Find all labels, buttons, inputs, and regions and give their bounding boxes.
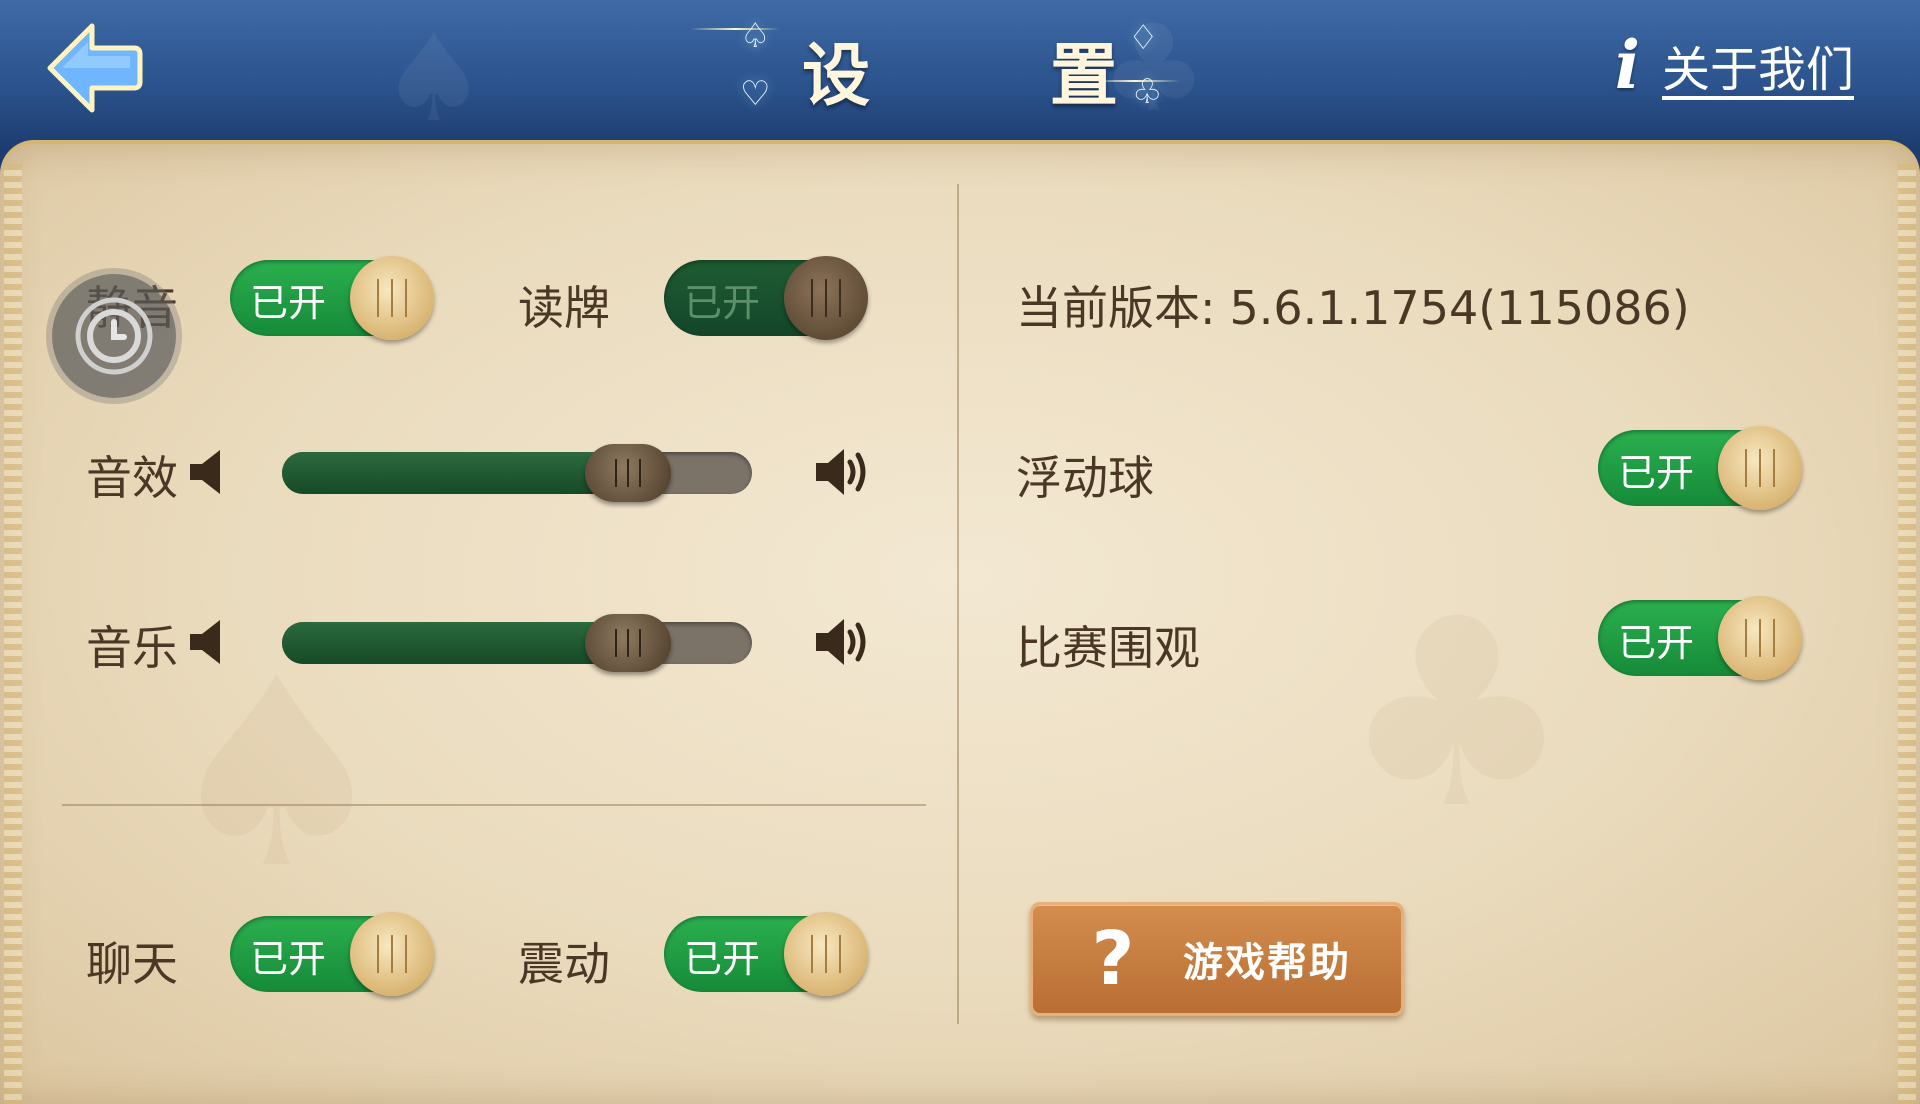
match-spectate-toggle[interactable]: 已开 [1598, 596, 1802, 680]
vibrate-label: 震动 [518, 937, 610, 991]
toggle-state: 已开 [1618, 621, 1695, 665]
info-icon: i [1614, 26, 1640, 104]
music-slider[interactable] [282, 614, 762, 674]
read-cards-label: 读牌 [518, 281, 610, 335]
slider-thumb[interactable] [585, 444, 671, 502]
toggle-state: 已开 [250, 281, 327, 325]
floating-ball-button[interactable] [52, 274, 176, 398]
toggle-state: 已开 [1618, 451, 1695, 495]
about-us-label: 关于我们 [1661, 42, 1854, 98]
toggle-state: 已开 [684, 281, 761, 325]
slider-thumb[interactable] [585, 614, 671, 672]
slider-fill [282, 452, 628, 494]
volume-low-icon[interactable] [188, 618, 224, 666]
toggle-state: 已开 [684, 937, 761, 981]
settings-panel: ♣ ♠ 静音 已开 读牌 已开 音效 音乐 [0, 140, 1920, 1104]
toggle-knob [1718, 426, 1802, 510]
panel-border-right [1898, 164, 1916, 1104]
sound-effect-label: 音效 [86, 451, 178, 505]
chat-toggle[interactable]: 已开 [230, 912, 434, 996]
slider-fill [282, 622, 628, 664]
match-spectate-label: 比赛围观 [1016, 621, 1200, 675]
toggle-knob [784, 912, 868, 996]
game-help-label: 游戏帮助 [1183, 940, 1351, 986]
volume-high-icon[interactable] [814, 616, 872, 668]
toggle-knob [1718, 596, 1802, 680]
panel-border-left [4, 164, 22, 1104]
toggle-state: 已开 [250, 937, 327, 981]
section-divider [62, 804, 926, 806]
column-divider [957, 184, 959, 1024]
toggle-knob [350, 256, 434, 340]
volume-high-icon[interactable] [814, 446, 872, 498]
float-ball-label: 浮动球 [1016, 451, 1154, 505]
volume-low-icon[interactable] [188, 448, 224, 496]
question-icon: ? [1091, 916, 1135, 1002]
mute-toggle[interactable]: 已开 [230, 256, 434, 340]
clock-icon [75, 297, 153, 375]
sound-effect-slider[interactable] [282, 444, 762, 504]
vibrate-toggle[interactable]: 已开 [664, 912, 868, 996]
read-cards-toggle[interactable]: 已开 [664, 256, 868, 340]
about-us-link[interactable]: i 关于我们 [1615, 26, 1854, 104]
toggle-knob [350, 912, 434, 996]
float-ball-toggle[interactable]: 已开 [1598, 426, 1802, 510]
version-value: 5.6.1.1754(115086) [1229, 281, 1690, 335]
version-label: 当前版本: [1016, 281, 1216, 335]
version-info: 当前版本: 5.6.1.1754(115086) [1016, 272, 1690, 338]
toggle-knob [784, 256, 868, 340]
background-club-icon: ♣ [1340, 564, 1574, 866]
header-bar: ♠ ♣ ♤ ♡ ♢ ♧ 设 置 i 关于我们 [0, 0, 1920, 150]
music-label: 音乐 [86, 621, 178, 675]
game-help-button[interactable]: ? 游戏帮助 [1030, 902, 1404, 1016]
chat-label: 聊天 [86, 937, 178, 991]
